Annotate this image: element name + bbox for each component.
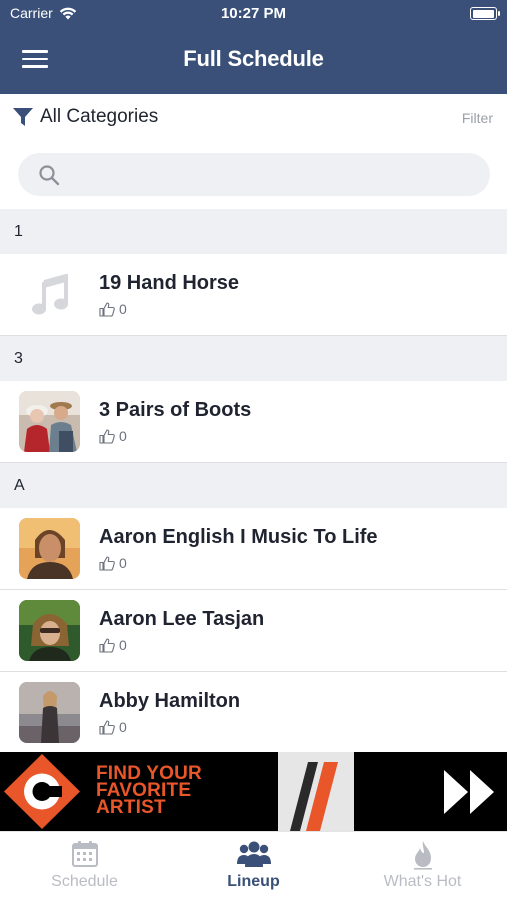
artist-thumbnail	[19, 264, 80, 325]
tab-whats-hot[interactable]: What's Hot	[338, 832, 507, 900]
tab-schedule[interactable]: Schedule	[0, 832, 169, 900]
thumbs-up-icon	[99, 301, 115, 317]
tab-label: Schedule	[51, 873, 118, 890]
list-item[interactable]: 3 Pairs of Boots 0	[0, 381, 507, 463]
battery-icon	[470, 7, 500, 20]
tab-label: Lineup	[227, 873, 280, 890]
artist-name: Aaron Lee Tasjan	[99, 608, 265, 630]
music-note-icon	[31, 273, 68, 314]
like-count[interactable]: 0	[99, 719, 127, 735]
artist-name: Abby Hamilton	[99, 690, 241, 712]
promo-banner[interactable]: FIND YOUR FAVORITE ARTIST	[0, 752, 507, 831]
search-input[interactable]	[74, 153, 474, 196]
photo-aaron-lee-tasjan	[19, 600, 80, 661]
like-count-value: 0	[119, 637, 127, 653]
section-header: A	[0, 463, 507, 508]
category-label: All Categories	[40, 106, 159, 127]
banner-headline: FIND YOUR FAVORITE ARTIST	[96, 764, 202, 818]
like-count[interactable]: 0	[99, 428, 127, 444]
like-count[interactable]: 0	[99, 637, 127, 653]
header-bar: Carrier 10:27 PM Full Schedule	[0, 0, 507, 94]
page-title: Full Schedule	[183, 46, 324, 71]
like-count-value: 0	[119, 428, 127, 444]
like-count-value: 0	[119, 719, 127, 735]
artist-list: 1 19 Hand Horse 0 3 3 Pairs of Boots 0 A…	[0, 209, 507, 752]
artist-name: Aaron English I Music To Life	[99, 526, 378, 548]
section-header: 3	[0, 336, 507, 381]
banner-line: ARTIST	[96, 797, 166, 818]
list-item[interactable]: Abby Hamilton 0	[0, 672, 507, 752]
battery-fill	[472, 9, 494, 18]
artist-photo	[19, 391, 80, 452]
section-header: 1	[0, 209, 507, 254]
artist-name: 19 Hand Horse	[99, 272, 240, 294]
thumbs-up-icon	[99, 555, 115, 571]
list-item[interactable]: 19 Hand Horse 0	[0, 254, 507, 336]
like-count-value: 0	[119, 555, 127, 571]
search-icon	[39, 165, 60, 186]
photo-3-pairs-of-boots	[19, 391, 80, 452]
thumbs-up-icon	[99, 719, 115, 735]
category-selector[interactable]: All Categories	[12, 106, 158, 128]
thumbs-up-icon	[99, 428, 115, 444]
tab-lineup[interactable]: Lineup	[169, 832, 338, 900]
people-icon	[236, 841, 271, 867]
list-item[interactable]: Aaron Lee Tasjan 0	[0, 590, 507, 672]
calendar-icon	[71, 841, 98, 867]
like-count[interactable]: 0	[99, 555, 127, 571]
funnel-icon	[13, 108, 33, 126]
like-count-value: 0	[119, 301, 127, 317]
banner-wave-background	[0, 752, 507, 831]
artist-name: 3 Pairs of Boots	[99, 399, 252, 421]
thumbs-up-icon	[99, 637, 115, 653]
artist-photo	[19, 682, 80, 743]
status-time: 10:27 PM	[220, 5, 287, 22]
flame-icon	[413, 841, 432, 870]
artist-photo	[19, 600, 80, 661]
artist-photo	[19, 518, 80, 579]
status-bar: Carrier 10:27 PM	[0, 0, 507, 28]
tab-label: What's Hot	[383, 873, 462, 890]
search-bar[interactable]	[18, 153, 490, 196]
filter-row: All Categories Filter	[0, 94, 507, 144]
tab-bar: Schedule Lineup What's Hot	[0, 831, 507, 900]
list-item[interactable]: Aaron English I Music To Life 0	[0, 508, 507, 590]
like-count[interactable]: 0	[99, 301, 127, 317]
filter-link[interactable]: Filter	[462, 110, 493, 126]
photo-aaron-english	[19, 518, 80, 579]
photo-abby-hamilton	[19, 682, 80, 743]
